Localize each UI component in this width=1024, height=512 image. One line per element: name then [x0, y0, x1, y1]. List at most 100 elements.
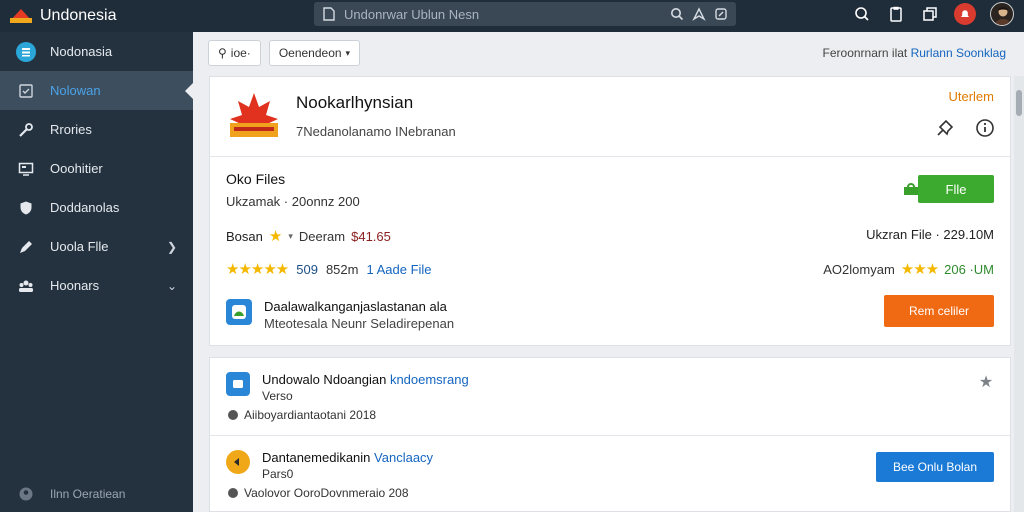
- author-stars: ★★★: [900, 261, 939, 278]
- people-icon: [16, 276, 36, 296]
- sort-link[interactable]: Rurlann Soonklag: [911, 46, 1006, 60]
- feature-item: Daalawalkanganjaslastanan ala Mteotesala…: [226, 299, 454, 331]
- notification-icon[interactable]: [954, 3, 976, 25]
- status-badge: Uterlem: [948, 89, 994, 104]
- sidebar-item-label: Nolowan: [50, 83, 101, 98]
- filter-icon: ⚲: [218, 46, 227, 60]
- globe-icon: [16, 41, 36, 62]
- document-icon: [16, 81, 36, 101]
- file-icon: [322, 7, 336, 21]
- top-actions: [852, 2, 1014, 26]
- sidebar-item-uoola-flle[interactable]: Uoola Flle ❯: [0, 227, 193, 266]
- list-item-link[interactable]: kndoemsrang: [390, 372, 469, 387]
- list-item-link[interactable]: Vanclaacy: [374, 450, 433, 465]
- search-icon[interactable]: [670, 7, 684, 21]
- avatar[interactable]: [990, 2, 1014, 26]
- filter-label: ioe·: [230, 46, 251, 60]
- rating-row: ★★★★★ 509 852m 1 Aade File: [226, 260, 432, 278]
- top-bar: Undonesia: [0, 0, 1024, 32]
- clock-icon: [228, 488, 238, 498]
- app-title: Undonesia: [40, 7, 117, 24]
- app-card: Nookarlhynsian 7Nedanolanamo INebranan U…: [209, 76, 1011, 346]
- list-item[interactable]: Undowalo Ndoangian kndoemsrang Verso Aii…: [210, 358, 1010, 435]
- price-value: $41.65: [351, 228, 391, 244]
- files-meta-value: 20onnz 200: [291, 194, 360, 209]
- author-count: 206 ·UM: [944, 261, 994, 277]
- sidebar-item-hoonars[interactable]: Hoonars ⌄: [0, 266, 193, 305]
- monitor-icon: [16, 159, 36, 179]
- category-label: Oenendeon: [278, 46, 342, 60]
- tools-icon[interactable]: [852, 4, 872, 24]
- list-item-version: Verso: [262, 389, 293, 403]
- list-item-title: Dantanemedikanin Vanclaacy: [262, 450, 433, 465]
- share-icon[interactable]: [714, 7, 728, 21]
- remind-button[interactable]: Rem celiler: [884, 295, 994, 327]
- pin-icon[interactable]: [934, 117, 956, 139]
- author-label: AO2lomyam: [823, 261, 895, 277]
- app-icon: [226, 372, 250, 396]
- chevron-down-icon: ▾: [288, 230, 293, 241]
- copy-icon[interactable]: [920, 4, 940, 24]
- sidebar-item-nolowan[interactable]: Nolowan: [0, 71, 193, 110]
- app-card-header: Nookarlhynsian 7Nedanolanamo INebranan U…: [210, 77, 1010, 157]
- rating-stars: ★★★★★: [226, 261, 289, 278]
- sidebar-item-ooohitier[interactable]: Ooohitier: [0, 149, 193, 188]
- scrollbar-thumb[interactable]: [1016, 90, 1022, 116]
- download-label: Ukzran File: [866, 227, 932, 242]
- search-input[interactable]: [344, 6, 662, 22]
- shield-icon: [16, 198, 36, 218]
- sidebar-item-label: Uoola Flle: [50, 239, 109, 254]
- bookmark-icon[interactable]: [692, 7, 706, 21]
- search-bar[interactable]: [314, 2, 736, 26]
- chevron-down-icon: ⌄: [166, 278, 177, 293]
- list-item-meta: Vaolovor OoroDovnmeraio 208: [228, 486, 409, 500]
- sidebar: Nodonasia Nolowan Rrories Ooohitier Dodd…: [0, 32, 193, 512]
- filter-bar: ⚲ ioe· Oenendeon ▾: [208, 40, 361, 66]
- price-label: Deeram: [298, 228, 346, 244]
- chevron-down-icon: ▾: [345, 47, 351, 58]
- app-subtitle: 7Nedanolanamo INebranan: [296, 124, 456, 139]
- sidebar-item-doddanolas[interactable]: Doddanolas: [0, 188, 193, 227]
- list-item-meta: Aiiboyardiantaotani 2018: [228, 408, 376, 422]
- favorite-star-icon[interactable]: ★: [976, 372, 996, 392]
- scrollbar[interactable]: [1014, 76, 1024, 512]
- star-icon: ★: [268, 228, 283, 245]
- info-icon[interactable]: [974, 117, 996, 139]
- list-item-meta-text: Aiiboyardiantaotani 2018: [244, 408, 377, 422]
- sidebar-item-rrories[interactable]: Rrories: [0, 110, 193, 149]
- list-item-version: Pars0: [262, 467, 294, 481]
- add-file-link[interactable]: 1 Aade File: [366, 262, 431, 277]
- files-title: Oko Files: [226, 171, 286, 187]
- feature-subtitle: Mteotesala Neunr Seladirepenan: [264, 316, 455, 331]
- sidebar-item-label: Ooohitier: [50, 161, 103, 176]
- files-meta-label: Ukzamak: [226, 194, 281, 209]
- price-row: Bosan ★ ▾ Deeram $41.65: [226, 227, 391, 245]
- sidebar-footer[interactable]: Ilnn Oeratiean: [16, 484, 125, 504]
- related-apps-card: Undowalo Ndoangian kndoemsrang Verso Aii…: [209, 357, 1011, 512]
- sidebar-item-label: Doddanolas: [50, 200, 120, 215]
- sidebar-item-label: Rrories: [50, 122, 92, 137]
- app-title: Nookarlhynsian: [296, 93, 414, 112]
- app-card-body: Oko Files Ukzamak · 20onnz 200 Flle Bosa…: [210, 157, 1010, 347]
- sidebar-item-label: Nodonasia: [50, 44, 113, 59]
- list-item[interactable]: Dantanemedikanin Vanclaacy Pars0 Vaolovo…: [210, 435, 1010, 512]
- rating-mid: 852m: [325, 261, 359, 277]
- action-button[interactable]: Bee Onlu Bolan: [876, 452, 994, 482]
- feature-title: Daalawalkanganjaslastanan ala: [264, 299, 447, 314]
- files-button[interactable]: Flle: [918, 175, 994, 203]
- clipboard-icon[interactable]: [886, 4, 906, 24]
- sort-control: Feroonrnarn ilat Rurlann Soonklag: [823, 46, 1006, 60]
- chevron-right-icon: ❯: [166, 239, 177, 254]
- download-info: Ukzran File · 229.10M: [866, 227, 994, 242]
- list-item-title: Undowalo Ndoangian kndoemsrang: [262, 372, 469, 387]
- brand[interactable]: Undonesia: [0, 7, 192, 25]
- maple-leaf-logo-icon: [230, 93, 278, 137]
- filter-button[interactable]: ⚲ ioe·: [208, 40, 261, 66]
- wrench-icon: [16, 120, 36, 140]
- sidebar-item-nodonasia[interactable]: Nodonasia: [0, 32, 193, 71]
- category-dropdown[interactable]: Oenendeon ▾: [268, 40, 361, 66]
- region-label: Bosan: [226, 228, 263, 244]
- sidebar-item-label: Hoonars: [50, 278, 100, 293]
- brand-logo-icon: [10, 9, 32, 23]
- list-item-meta-text: Vaolovor OoroDovnmeraio 208: [244, 486, 409, 500]
